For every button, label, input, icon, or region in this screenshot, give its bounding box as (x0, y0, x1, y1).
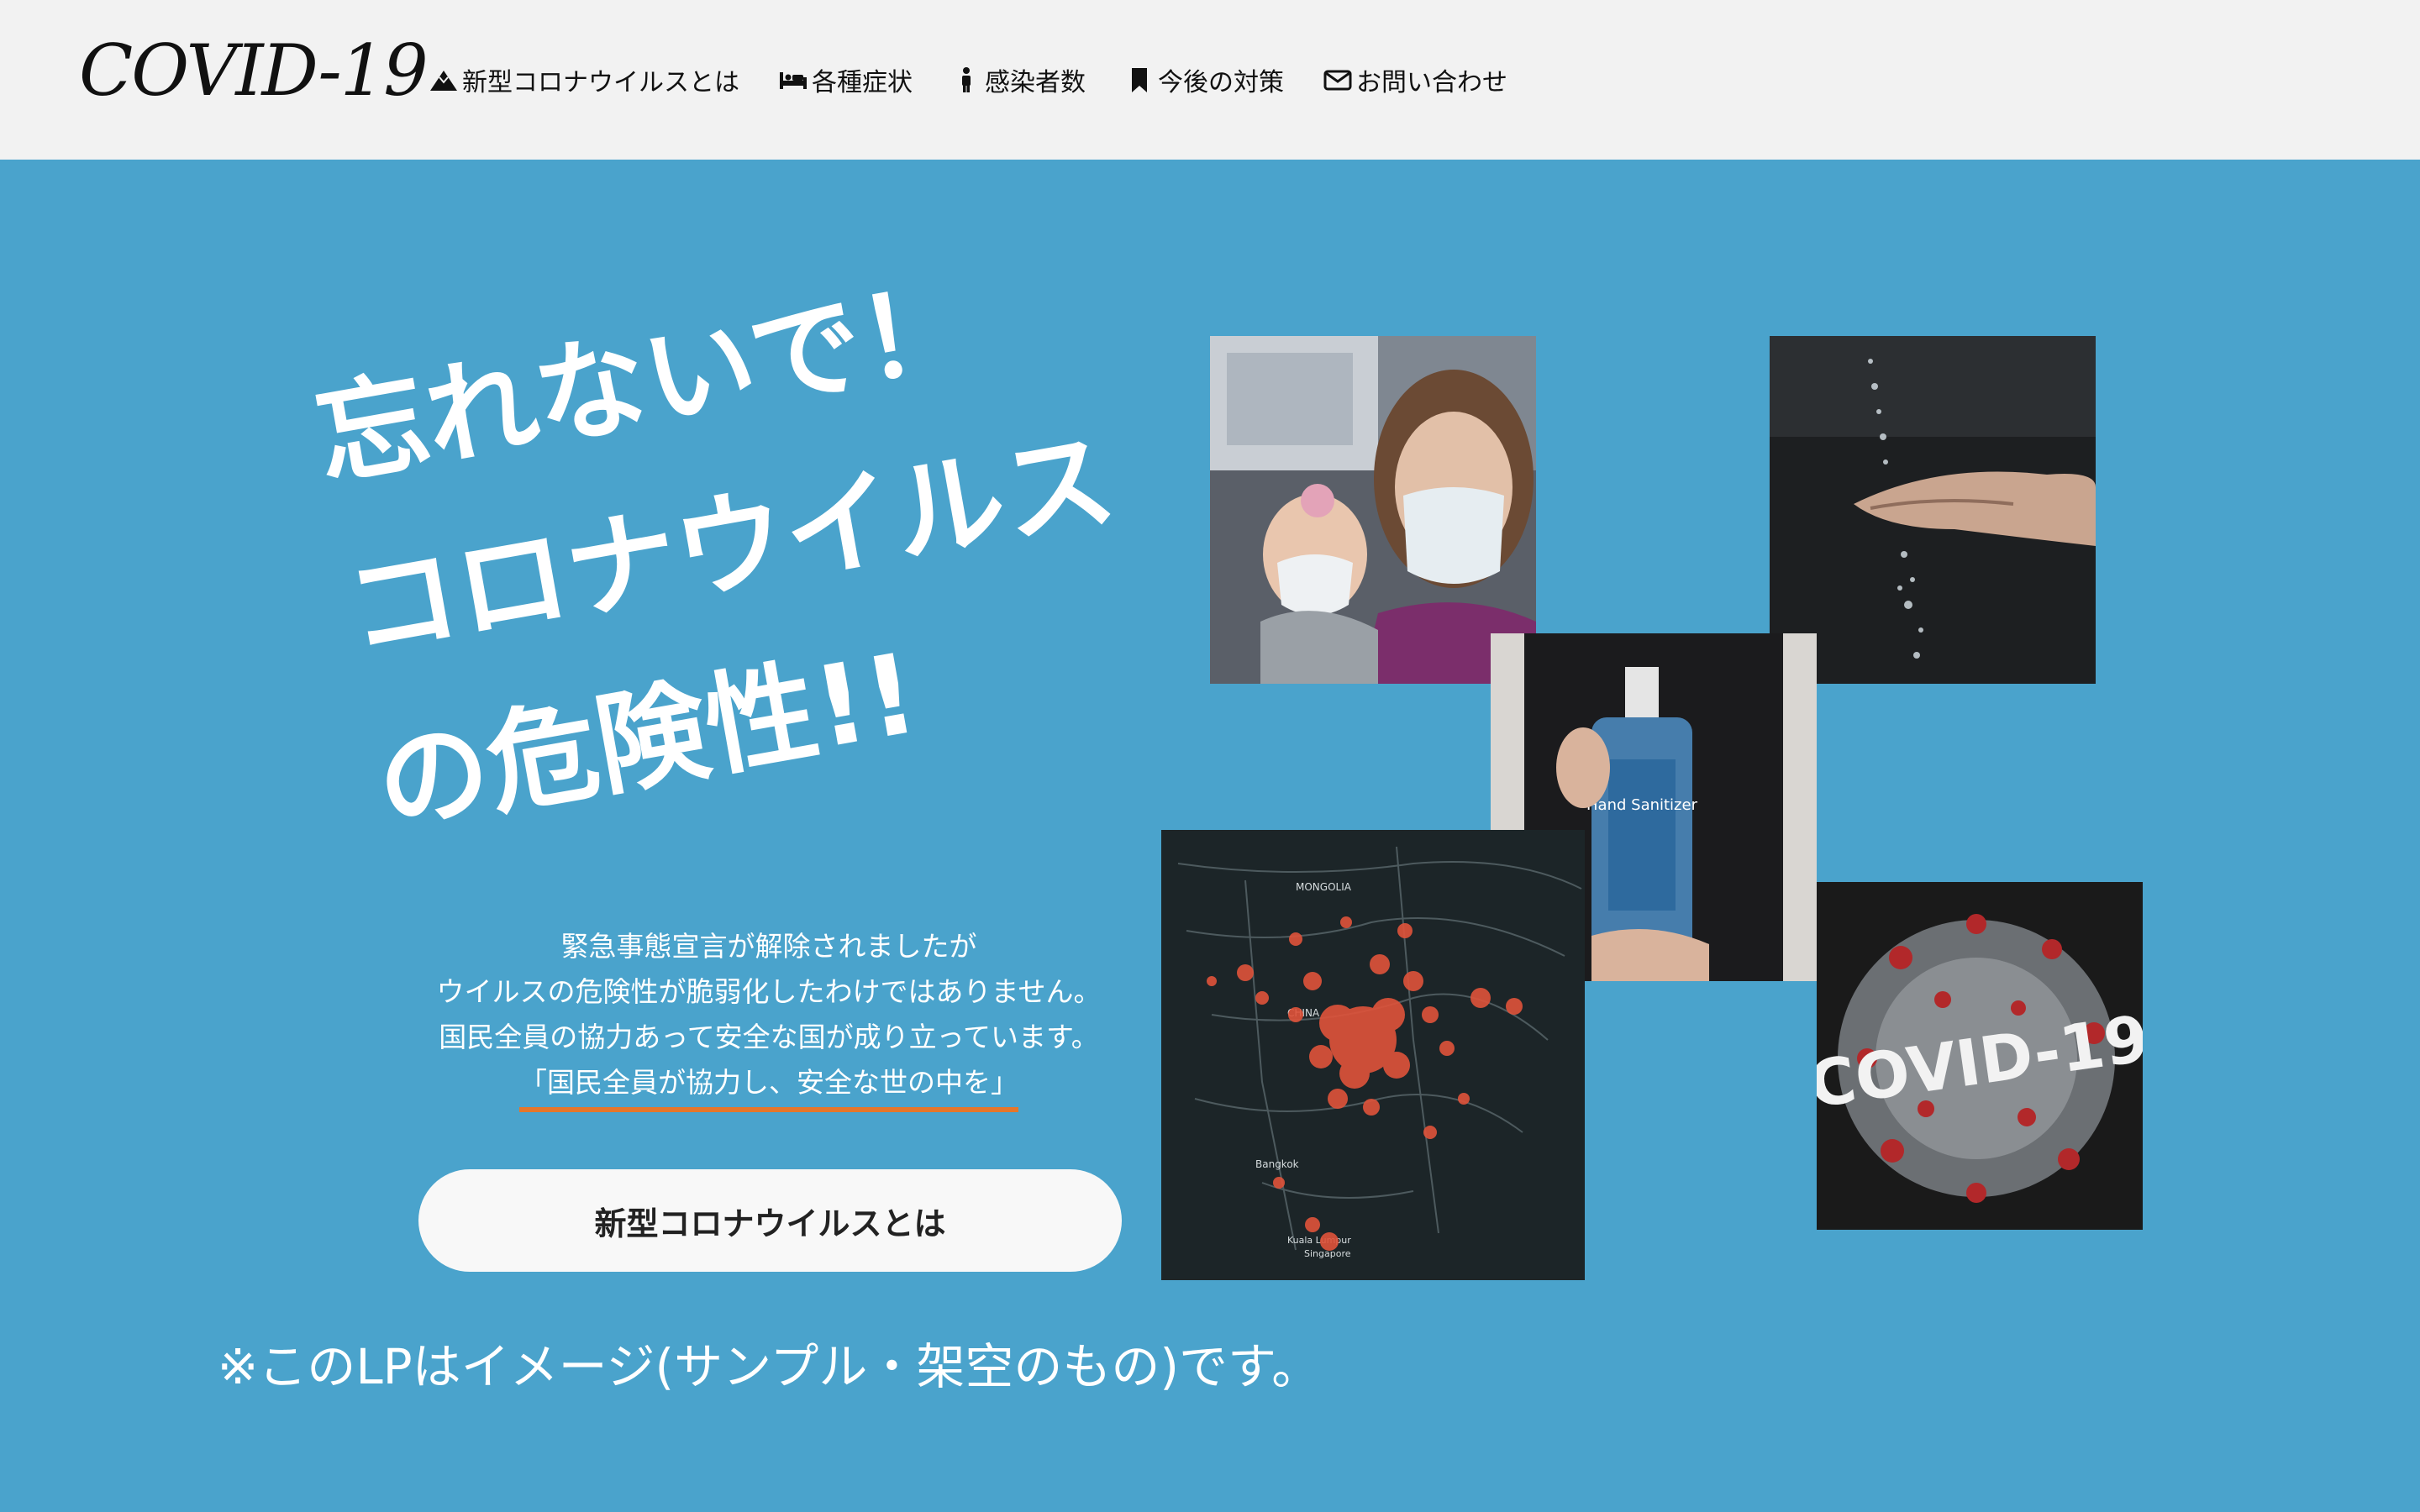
nav-item-label: 各種症状 (812, 68, 913, 97)
bookmark-icon (1132, 68, 1147, 92)
main-nav: 新型コロナウイルスとは 各種症状 感染者数 今後の対策 お問い合わせ (429, 0, 1507, 160)
photo-masked-family (1210, 336, 1536, 684)
lead-line: ウイルスの危険性が脆弱化したわけではありません。 (436, 975, 1102, 1008)
photo-handwashing (1770, 336, 2096, 684)
sanitizer-label: Hand Sanitizer (1586, 796, 1698, 814)
bed-icon (780, 72, 807, 89)
map-label: MONGOLIA (1296, 881, 1352, 893)
nav-item-label: お問い合わせ (1356, 68, 1507, 97)
nav-item-label: 感染者数 (985, 68, 1086, 97)
about-covid-button[interactable]: 新型コロナウイルスとは (418, 1169, 1122, 1272)
sample-note: ※このLPはイメージ(サンプル・架空のもの)です。 (217, 1338, 1321, 1395)
mountain-icon (430, 71, 457, 91)
hero-lead: 緊急事態宣言が解除されましたが ウイルスの危険性が脆弱化したわけではありません。… (370, 924, 1168, 1112)
site-header: COVID-19 新型コロナウイルスとは 各種症状 感染者数 今後の対策 お問い… (0, 0, 2420, 160)
hero-headline: 忘れないで！ コロナウイルス の危険性!! (302, 218, 1159, 874)
lead-line: 国民全員の協力あって安全な国が成り立っています。 (439, 1021, 1099, 1053)
person-icon (962, 67, 971, 92)
lead-emphasis: 「国民全員が協力し、安全な世の中を」 (519, 1060, 1018, 1112)
photo-covid-virus: COVID-19 (1817, 882, 2143, 1230)
nav-item-about[interactable]: 新型コロナウイルスとは (429, 61, 739, 98)
nav-item-label: 今後の対策 (1158, 68, 1284, 97)
map-label: Kuala Lumpur (1287, 1235, 1351, 1246)
nav-item-symptoms[interactable]: 各種症状 (778, 61, 913, 98)
nav-item-label: 新型コロナウイルスとは (462, 68, 739, 97)
map-label: Bangkok (1255, 1158, 1299, 1170)
photo-outbreak-map: MONGOLIA CHINA Bangkok Kuala Lumpur Sing… (1161, 830, 1585, 1280)
envelope-icon (1323, 70, 1352, 91)
lead-line: 緊急事態宣言が解除されましたが (560, 930, 977, 963)
nav-item-contact[interactable]: お問い合わせ (1323, 61, 1507, 98)
nav-item-measures[interactable]: 今後の対策 (1124, 61, 1284, 98)
nav-item-cases[interactable]: 感染者数 (951, 61, 1086, 98)
site-logo[interactable]: COVID-19 (79, 29, 429, 113)
